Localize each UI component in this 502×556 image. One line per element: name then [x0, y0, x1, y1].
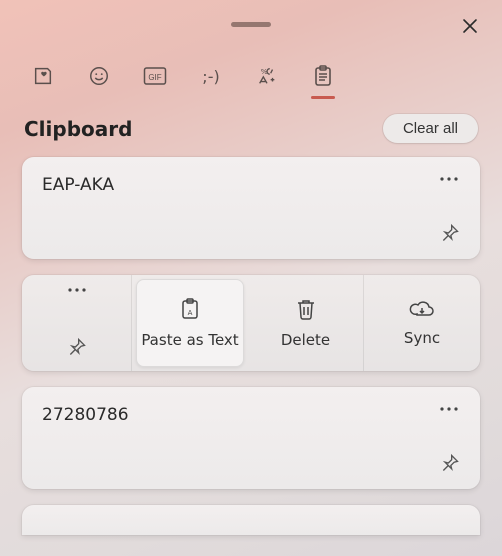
tab-stickers[interactable]	[28, 59, 58, 93]
svg-text:GIF: GIF	[148, 73, 161, 82]
clear-all-button[interactable]: Clear all	[383, 114, 478, 143]
drag-grip[interactable]	[231, 22, 271, 27]
clipboard-icon	[313, 65, 333, 87]
tab-kaomoji[interactable]: ;-)	[196, 59, 226, 93]
close-icon	[462, 18, 478, 34]
tab-clipboard[interactable]	[308, 59, 338, 93]
clipboard-item-actions: A Paste as Text Delete Sync	[22, 275, 480, 371]
action-sync[interactable]: Sync	[364, 275, 480, 371]
sticker-heart-icon	[32, 65, 54, 87]
titlebar	[0, 0, 502, 48]
item-collapsed-preview[interactable]	[22, 275, 132, 371]
pin-icon	[67, 337, 87, 357]
action-label: Delete	[281, 331, 330, 349]
clipboard-item[interactable]: EAP-AKA	[22, 157, 480, 259]
action-label: Paste as Text	[141, 331, 238, 349]
more-horizontal-icon	[67, 287, 87, 293]
tab-emoji[interactable]	[84, 59, 114, 93]
clipboard-item-text: 27280786	[42, 405, 460, 425]
close-button[interactable]	[456, 12, 484, 40]
more-horizontal-icon	[439, 406, 459, 412]
item-pin-button[interactable]	[436, 449, 464, 477]
clipboard-item[interactable]	[22, 505, 480, 535]
paste-text-icon: A	[178, 297, 202, 321]
tab-symbols[interactable]: %	[252, 59, 282, 93]
more-horizontal-icon	[439, 176, 459, 182]
symbols-icon: %	[256, 65, 278, 87]
item-more-button[interactable]	[434, 397, 464, 421]
pin-icon	[440, 223, 460, 243]
tab-gif[interactable]: GIF	[140, 59, 170, 93]
item-more-button[interactable]	[434, 167, 464, 191]
emoji-smile-icon	[88, 65, 110, 87]
clipboard-header: Clipboard Clear all	[0, 104, 502, 157]
category-tabbar: GIF ;-) %	[0, 48, 502, 104]
trash-icon	[295, 297, 317, 321]
action-delete[interactable]: Delete	[248, 275, 364, 371]
item-pin-button[interactable]	[436, 219, 464, 247]
gif-icon: GIF	[143, 66, 167, 86]
svg-text:A: A	[188, 309, 193, 317]
action-label: Sync	[404, 329, 440, 347]
clipboard-item-text: EAP-AKA	[42, 175, 460, 195]
cloud-sync-icon	[409, 299, 435, 319]
pin-icon	[440, 453, 460, 473]
clipboard-item[interactable]: 27280786	[22, 387, 480, 489]
item-pin-button[interactable]	[22, 337, 131, 357]
section-title: Clipboard	[24, 117, 132, 141]
item-more-button[interactable]	[22, 287, 131, 293]
kaomoji-icon: ;-)	[202, 67, 219, 86]
action-paste-as-text[interactable]: A Paste as Text	[136, 279, 244, 367]
